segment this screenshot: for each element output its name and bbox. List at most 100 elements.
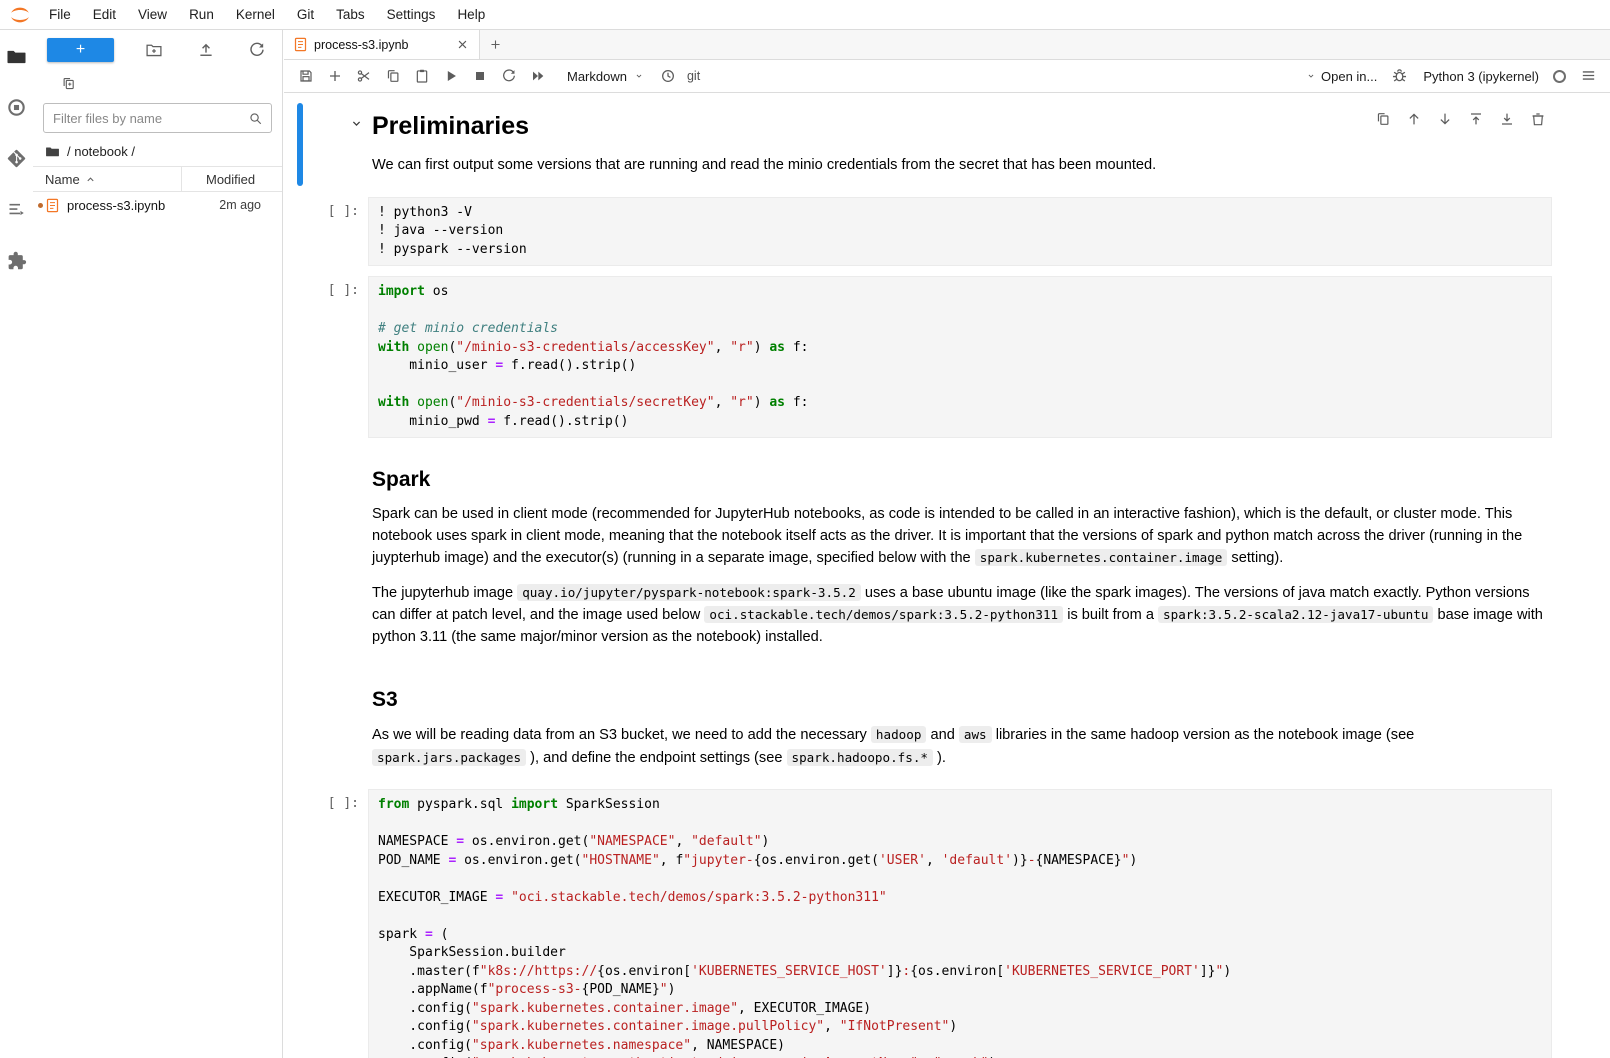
jupyter-logo-icon (9, 3, 32, 26)
cell-input-prompt: [ ]: (284, 197, 368, 267)
code-line: .config("spark.kubernetes.container.imag… (378, 1000, 1542, 1019)
markdown-rendered: S3 As we will be reading data from an S3 … (368, 668, 1552, 779)
running-kernels-icon (6, 97, 27, 118)
open-in-dropdown[interactable]: Open in... (1306, 69, 1377, 84)
notebook-cell[interactable]: S3 As we will be reading data from an S3 … (284, 668, 1610, 779)
heading-collapser[interactable] (349, 116, 364, 131)
sort-by-name-header[interactable]: Name (33, 167, 181, 191)
git-clone-button[interactable] (57, 72, 79, 94)
sidebar-tab-filebrowser[interactable] (6, 46, 27, 67)
markdown-heading-row: S3 (372, 670, 1552, 712)
menu-git[interactable]: Git (286, 0, 325, 29)
debugger-button[interactable] (1391, 67, 1409, 85)
hamburger-menu-icon (1580, 67, 1597, 84)
name-column-label: Name (45, 172, 80, 187)
markdown-paragraph: As we will be reading data from an S3 bu… (372, 724, 1552, 769)
file-name: process-s3.ipynb (67, 198, 219, 213)
notebook-cell[interactable]: SparkSpark can be used in client mode (r… (284, 448, 1610, 658)
new-tab-button[interactable] (480, 30, 510, 59)
interrupt-kernel-button[interactable] (466, 63, 493, 89)
execution-time-button[interactable] (655, 63, 682, 89)
menu-view[interactable]: View (127, 0, 178, 29)
sidebar-tab-running[interactable] (6, 97, 27, 118)
plus-icon (327, 68, 343, 84)
sidebar-tab-extensions[interactable] (6, 250, 27, 271)
inline-code: quay.io/jupyter/pyspark-notebook:spark-3… (517, 584, 861, 601)
menu-kernel[interactable]: Kernel (225, 0, 286, 29)
save-button[interactable] (292, 63, 319, 89)
cell-selection-bar[interactable] (297, 103, 303, 186)
inline-code: spark:3.5.2-scala2.12-java17-ubuntu (1158, 606, 1433, 623)
move-cell-down-button[interactable] (1437, 111, 1453, 127)
menu-tabs[interactable]: Tabs (325, 0, 376, 29)
insert-cell-above-button[interactable] (1468, 111, 1484, 127)
code-editor[interactable]: from pyspark.sql import SparkSession NAM… (368, 789, 1552, 1058)
file-modified: 2m ago (219, 198, 272, 212)
inline-code: spark.hadoopo.fs.* (787, 749, 933, 766)
breadcrumb-path[interactable]: / notebook / (67, 144, 135, 159)
cell-toolbar (1375, 111, 1546, 127)
code-line: .appName(f"process-s3-{POD_NAME}") (378, 981, 1542, 1000)
inline-code: spark.jars.packages (372, 749, 526, 766)
code-line (378, 815, 1542, 834)
sidebar-tab-toc[interactable] (6, 199, 27, 220)
restart-run-all-button[interactable] (524, 63, 551, 89)
code-line: .config("spark.kubernetes.namespace", NA… (378, 1037, 1542, 1056)
run-cell-button[interactable] (437, 63, 464, 89)
new-folder-button[interactable] (143, 39, 165, 61)
cell-list: PreliminariesWe can first output some ve… (284, 102, 1610, 1058)
running-kernel-dot (38, 203, 43, 208)
menu-run[interactable]: Run (178, 0, 225, 29)
cell-input-prompt: [ ]: (284, 789, 368, 1058)
notebook-cell[interactable]: [ ]:! python3 -V! java --version! pyspar… (284, 197, 1610, 267)
sort-by-modified-header[interactable]: Modified (181, 167, 282, 191)
menu-edit[interactable]: Edit (82, 0, 127, 29)
menu-file[interactable]: File (38, 0, 82, 29)
file-row[interactable]: process-s3.ipynb 2m ago (33, 192, 282, 218)
cell-body: ! python3 -V! java --version! pyspark --… (368, 197, 1552, 267)
code-editor[interactable]: import os # get minio credentialswith op… (368, 276, 1552, 438)
refresh-button[interactable] (246, 39, 268, 61)
clock-icon (660, 68, 676, 84)
cell-type-value: Markdown (567, 69, 627, 84)
code-line (378, 907, 1542, 926)
folder-icon (45, 144, 60, 159)
puzzle-icon (6, 250, 27, 271)
restart-kernel-button[interactable] (495, 63, 522, 89)
insert-cell-button[interactable] (321, 63, 348, 89)
breadcrumb[interactable]: / notebook / (33, 139, 282, 163)
cut-cell-button[interactable] (350, 63, 377, 89)
markdown-paragraph: Spark can be used in client mode (recomm… (372, 504, 1552, 570)
notebook-cell[interactable]: [ ]:import os # get minio credentialswit… (284, 276, 1610, 438)
upload-button[interactable] (195, 39, 217, 61)
chevron-down-icon (349, 116, 364, 131)
duplicate-cell-button[interactable] (1375, 111, 1391, 127)
tab-label: process-s3.ipynb (314, 38, 449, 52)
menu-settings[interactable]: Settings (376, 0, 447, 29)
filter-files-input[interactable] (44, 111, 248, 126)
toolbar-right-group: Open in... Python 3 (ipykernel) (1306, 67, 1598, 85)
copy-cell-button[interactable] (379, 63, 406, 89)
hamburger-menu-button[interactable] (1580, 67, 1598, 85)
kernel-name-button[interactable]: Python 3 (ipykernel) (1423, 69, 1539, 84)
paste-icon (414, 68, 430, 84)
sidebar-tab-git[interactable] (6, 148, 27, 169)
menu-help[interactable]: Help (446, 0, 496, 29)
move-cell-up-button[interactable] (1406, 111, 1422, 127)
notebook-cell[interactable]: [ ]:from pyspark.sql import SparkSession… (284, 789, 1610, 1058)
save-icon (298, 68, 314, 84)
new-launcher-button[interactable]: + (47, 38, 114, 62)
restart-icon (501, 68, 517, 84)
tab-process-s3-notebook[interactable]: process-s3.ipynb (284, 30, 480, 59)
file-browser-toolbar: + (33, 30, 282, 66)
git-icon (6, 148, 27, 169)
chevron-down-icon (634, 71, 644, 81)
code-editor[interactable]: ! python3 -V! java --version! pyspark --… (368, 197, 1552, 267)
insert-cell-below-button[interactable] (1499, 111, 1515, 127)
code-line (378, 870, 1542, 889)
code-line (378, 302, 1542, 321)
tab-close-button[interactable] (455, 37, 470, 52)
delete-cell-button[interactable] (1530, 111, 1546, 127)
cell-type-select[interactable]: Markdown (553, 69, 653, 84)
paste-cell-button[interactable] (408, 63, 435, 89)
